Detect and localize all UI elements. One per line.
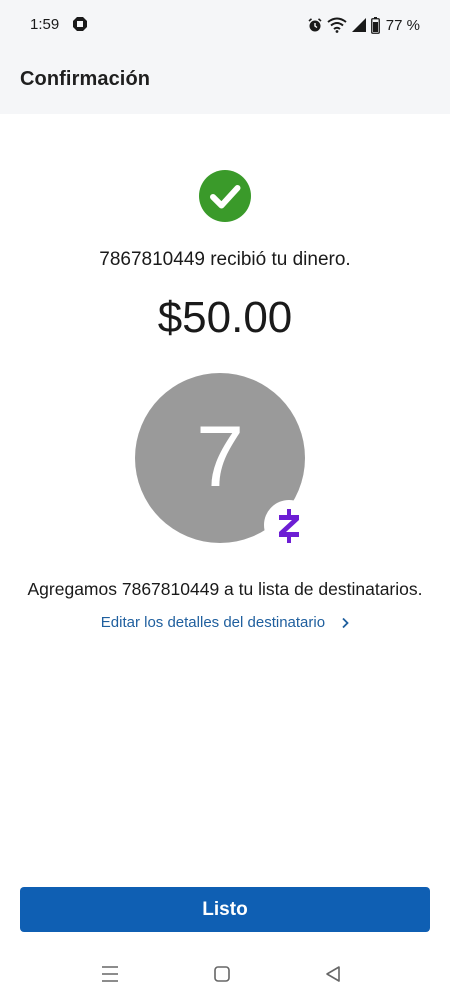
status-time: 1:59 — [30, 16, 60, 33]
zelle-icon — [279, 509, 299, 543]
alarm-icon — [308, 18, 322, 32]
transfer-amount: $50.00 — [157, 293, 293, 342]
chase-logo-icon — [73, 17, 87, 31]
avatar-initial: 7 — [196, 409, 244, 505]
status-bar: 1:59 77 % — [0, 0, 450, 52]
battery-icon — [370, 16, 380, 34]
page-title: Confirmación — [20, 68, 151, 90]
zelle-badge — [264, 500, 314, 550]
received-message: 7867810449 recibió tu dinero. — [99, 249, 351, 270]
signal-icon — [351, 18, 366, 32]
edit-recipient-link[interactable]: Editar los detalles del destinatario — [0, 614, 450, 631]
status-icons: 77 % — [307, 14, 420, 36]
back-icon[interactable] — [321, 962, 345, 986]
edit-recipient-label: Editar los detalles del destinatario — [100, 614, 326, 631]
top-area: 1:59 77 % Confirmación — [0, 0, 450, 114]
home-icon[interactable] — [210, 962, 234, 986]
done-button[interactable]: Listo — [20, 887, 430, 932]
menu-icon[interactable] — [98, 962, 122, 986]
added-recipient-message: Agregamos 7867810449 a tu lista de desti… — [27, 579, 423, 599]
check-circle-icon — [199, 170, 251, 222]
battery-percentage: 77 % — [385, 16, 420, 34]
wifi-icon — [327, 17, 347, 33]
chevron-right-icon — [342, 617, 350, 629]
system-nav-bar — [0, 950, 450, 996]
